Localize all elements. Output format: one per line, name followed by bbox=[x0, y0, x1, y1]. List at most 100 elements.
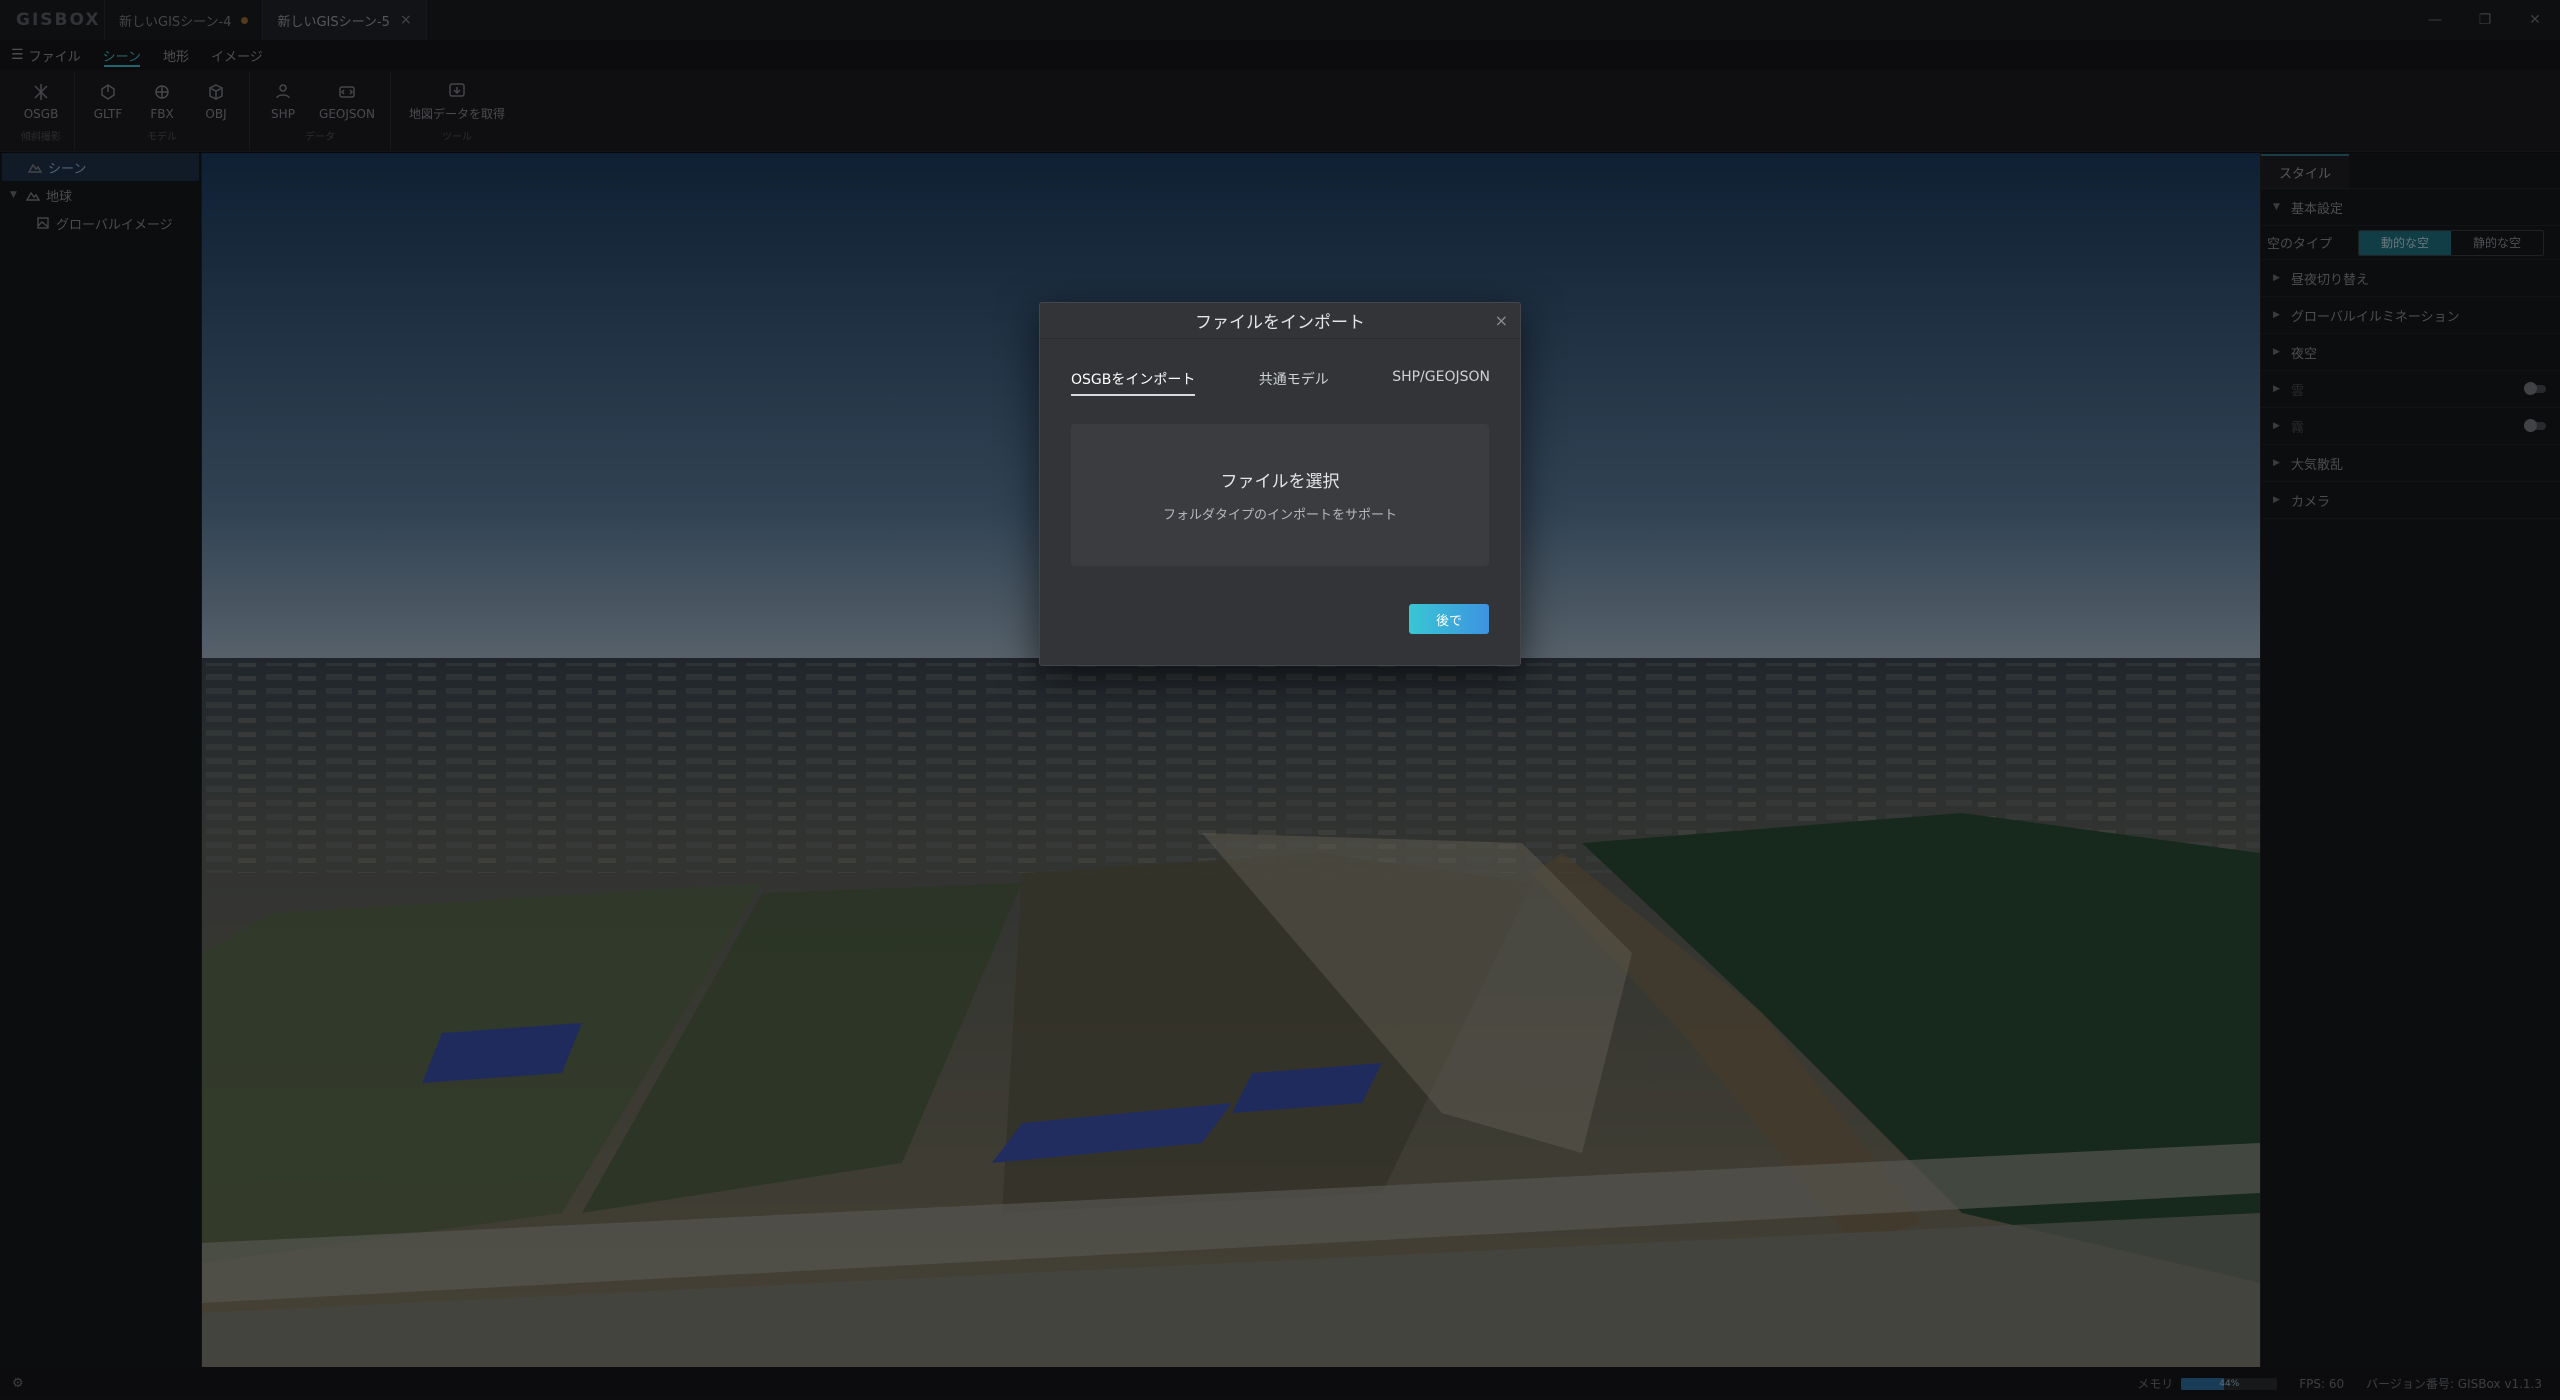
app-logo: GISBOX bbox=[16, 10, 101, 30]
shp-button[interactable]: SHP bbox=[256, 72, 310, 130]
memory-label: メモリ bbox=[2137, 1377, 2174, 1391]
import-file-dialog: ファイルをインポート × OSGBをインポート 共通モデル SHP/GEOJSO… bbox=[1039, 302, 1521, 666]
sky-type-row: 空のタイプ 動的な空 静的な空 bbox=[2261, 226, 2560, 260]
file-menu-label: ファイル bbox=[28, 49, 81, 65]
fog-toggle[interactable] bbox=[2524, 419, 2546, 432]
tab-shp-geojson[interactable]: SHP/GEOJSON bbox=[1392, 369, 1490, 394]
tree-item-global-imagery[interactable]: グローバルイメージ bbox=[0, 209, 201, 237]
settings-icon[interactable]: ⚙ bbox=[12, 1376, 24, 1391]
osgb-button[interactable]: OSGB bbox=[14, 72, 68, 130]
sky-option-static[interactable]: 静的な空 bbox=[2451, 231, 2543, 255]
tab-common-model[interactable]: 共通モデル bbox=[1259, 369, 1329, 394]
caret-right-icon: ▶ bbox=[2273, 421, 2280, 431]
get-map-data-label: 地図データを取得 bbox=[408, 107, 505, 121]
ribbon-group-label: 傾斜撮影 bbox=[21, 132, 61, 143]
section-night-sky[interactable]: ▶ 夜空 bbox=[2261, 334, 2560, 371]
section-basic-settings[interactable]: ▼ 基本設定 bbox=[2261, 189, 2560, 226]
fps-readout: FPS: 60 bbox=[2299, 1376, 2345, 1391]
obj-button[interactable]: OBJ bbox=[189, 72, 243, 130]
caret-right-icon: ▶ bbox=[2273, 347, 2280, 357]
section-label: 大気散乱 bbox=[2291, 457, 2344, 473]
tab-style[interactable]: スタイル bbox=[2261, 154, 2350, 188]
file-menu[interactable]: ☰ ファイル bbox=[0, 40, 92, 70]
caret-right-icon: ▶ bbox=[2273, 273, 2280, 283]
unsaved-dot-icon bbox=[241, 16, 249, 24]
geojson-icon bbox=[339, 85, 355, 98]
sky-type-segmented-control: 動的な空 静的な空 bbox=[2358, 229, 2545, 256]
later-button[interactable]: 後で bbox=[1409, 604, 1489, 634]
section-atmosphere-scattering[interactable]: ▶ 大気散乱 bbox=[2261, 445, 2560, 482]
section-label: 雲 bbox=[2291, 383, 2305, 399]
dialog-header: ファイルをインポート × bbox=[1040, 303, 1520, 339]
memory-percent: 44% bbox=[2219, 1378, 2240, 1389]
geojson-button[interactable]: GEOJSON bbox=[310, 72, 384, 130]
section-day-night[interactable]: ▶ 昼夜切り替え bbox=[2261, 260, 2560, 297]
restore-button[interactable]: ❐ bbox=[2460, 0, 2510, 40]
tree-item-earth[interactable]: ▼ 地球 bbox=[0, 181, 201, 209]
obj-icon bbox=[209, 83, 223, 100]
section-label: 夜空 bbox=[2291, 346, 2318, 362]
status-right: メモリ 44% FPS: 60 バージョン番号: GISBox v1.1.3 bbox=[2137, 1375, 2560, 1392]
osgb-icon bbox=[34, 83, 48, 100]
obj-label: OBJ bbox=[205, 106, 227, 121]
scene-icon bbox=[28, 163, 42, 173]
import-type-tabs: OSGBをインポート 共通モデル SHP/GEOJSON bbox=[1040, 369, 1520, 396]
close-window-button[interactable]: ✕ bbox=[2510, 0, 2560, 40]
section-label: 基本設定 bbox=[2291, 201, 2344, 217]
shp-icon bbox=[276, 83, 290, 98]
section-camera[interactable]: ▶ カメラ bbox=[2261, 482, 2560, 519]
section-label: カメラ bbox=[2291, 494, 2331, 510]
section-label: グローバルイルミネーション bbox=[2291, 309, 2460, 325]
caret-right-icon: ▶ bbox=[2273, 495, 2280, 505]
memory-bar: 44% bbox=[2181, 1377, 2278, 1390]
tree-item-scene[interactable]: シーン bbox=[2, 153, 199, 181]
caret-down-icon: ▼ bbox=[2273, 202, 2280, 212]
image-layer-icon bbox=[37, 217, 49, 229]
memory-indicator: メモリ 44% bbox=[2137, 1375, 2278, 1392]
section-global-illumination[interactable]: ▶ グローバルイルミネーション bbox=[2261, 297, 2560, 334]
caret-right-icon: ▶ bbox=[2273, 458, 2280, 468]
menu-tab-scene[interactable]: シーン bbox=[92, 40, 152, 70]
ribbon-toolbar: OSGB 傾斜撮影 GLTF FBX OBJ モデル SHP GEOJSON デ… bbox=[0, 70, 2560, 152]
section-clouds[interactable]: ▶ 雲 bbox=[2261, 371, 2560, 408]
section-fog[interactable]: ▶ 霧 bbox=[2261, 408, 2560, 445]
close-icon[interactable]: × bbox=[400, 12, 412, 28]
menu-bar: ☰ ファイル シーン 地形 イメージ bbox=[0, 40, 2560, 70]
geojson-label: GEOJSON bbox=[319, 106, 375, 121]
window-controls: — ❐ ✕ bbox=[2410, 0, 2560, 40]
menu-tab-imagery[interactable]: イメージ bbox=[200, 40, 274, 70]
menu-tab-terrain[interactable]: 地形 bbox=[152, 40, 200, 70]
minimize-button[interactable]: — bbox=[2410, 0, 2460, 40]
clouds-toggle[interactable] bbox=[2524, 382, 2546, 395]
caret-down-icon[interactable]: ▼ bbox=[10, 190, 20, 200]
osgb-label: OSGB bbox=[23, 106, 59, 121]
caret-right-icon: ▶ bbox=[2273, 310, 2280, 320]
select-file-dropzone[interactable]: ファイルを選択 フォルダタイプのインポートをサポート bbox=[1071, 424, 1489, 566]
version-label: バージョン番号: GISBox v1.1.3 bbox=[2366, 1377, 2542, 1391]
caret-right-icon: ▶ bbox=[2273, 384, 2280, 394]
doc-tab-label: 新しいGISシーン-5 bbox=[277, 14, 390, 30]
dropzone-title: ファイルを選択 bbox=[1220, 472, 1340, 492]
ribbon-group-label: モデル bbox=[147, 132, 177, 143]
doc-tab-5[interactable]: 新しいGISシーン-5 × bbox=[262, 0, 427, 40]
section-label: 霧 bbox=[2291, 420, 2305, 436]
status-bar: ⚙ メモリ 44% FPS: 60 バージョン番号: GISBox v1.1.3 bbox=[0, 1367, 2560, 1400]
doc-tab-4[interactable]: 新しいGISシーン-4 bbox=[104, 0, 262, 40]
tab-import-osgb[interactable]: OSGBをインポート bbox=[1071, 369, 1196, 396]
fbx-button[interactable]: FBX bbox=[135, 72, 189, 130]
close-icon[interactable]: × bbox=[1495, 311, 1508, 330]
download-map-icon bbox=[449, 83, 465, 97]
sky-type-label: 空のタイプ bbox=[2267, 237, 2333, 252]
sky-option-dynamic[interactable]: 動的な空 bbox=[2359, 230, 2452, 255]
gltf-button[interactable]: GLTF bbox=[81, 72, 135, 130]
style-panel: スタイル ▼ 基本設定 空のタイプ 動的な空 静的な空 ▶ 昼夜切り替え ▶ グ… bbox=[2260, 153, 2560, 1367]
shp-label: SHP bbox=[271, 106, 295, 121]
scene-tree-panel: シーン ▼ 地球 グローバルイメージ bbox=[0, 153, 202, 1367]
dropzone-subtitle: フォルダタイプのインポートをサポート bbox=[1162, 508, 1397, 523]
doc-tab-label: 新しいGISシーン-4 bbox=[119, 14, 232, 30]
dialog-title: ファイルをインポート bbox=[1195, 313, 1365, 333]
gltf-label: GLTF bbox=[93, 106, 123, 121]
get-map-data-button[interactable]: 地図データを取得 bbox=[397, 72, 517, 130]
ribbon-group-tools: 地図データを取得 ツール bbox=[391, 72, 523, 150]
fbx-icon bbox=[155, 84, 169, 99]
